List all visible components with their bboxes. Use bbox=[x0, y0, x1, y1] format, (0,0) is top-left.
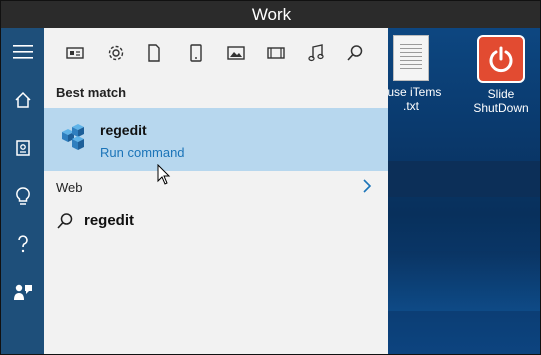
filter-search-button[interactable] bbox=[344, 42, 366, 64]
desktop-background-band bbox=[387, 251, 540, 311]
search-icon bbox=[57, 213, 73, 229]
filter-music-button[interactable] bbox=[305, 42, 327, 64]
tips-button[interactable] bbox=[1, 176, 44, 216]
notebook-button[interactable] bbox=[1, 128, 44, 168]
desktop-icon-slide-shutdown[interactable]: Slide ShutDown bbox=[463, 35, 539, 115]
home-button[interactable] bbox=[1, 80, 44, 120]
search-filter-bar bbox=[44, 36, 388, 70]
notebook-icon bbox=[15, 140, 30, 156]
lightbulb-icon bbox=[15, 187, 30, 205]
home-icon bbox=[14, 91, 31, 108]
help-icon bbox=[17, 235, 28, 253]
start-menu-rail bbox=[1, 28, 44, 354]
feedback-button[interactable] bbox=[1, 272, 44, 312]
screen: Work ouse iTems .txt Slide ShutDown Best… bbox=[0, 0, 541, 355]
desktop-icon-label: ShutDown bbox=[473, 101, 529, 115]
photo-icon bbox=[227, 46, 245, 60]
best-match-subtitle: Run command bbox=[100, 145, 185, 160]
web-heading: Web bbox=[56, 180, 83, 195]
hamburger-menu-button[interactable] bbox=[1, 32, 44, 72]
web-search-label: regedit bbox=[84, 212, 135, 229]
tablet-icon bbox=[190, 44, 202, 62]
filter-documents-button[interactable] bbox=[143, 42, 165, 64]
mouse-cursor-icon bbox=[157, 164, 171, 185]
video-icon bbox=[267, 47, 285, 59]
chevron-right-icon[interactable] bbox=[360, 178, 374, 194]
regedit-icon bbox=[62, 124, 84, 150]
filter-tablet-button[interactable] bbox=[185, 42, 207, 64]
text-file-icon bbox=[393, 35, 429, 81]
web-search-result[interactable]: regedit bbox=[44, 206, 388, 236]
feedback-icon bbox=[13, 284, 32, 300]
filter-apps-button[interactable] bbox=[64, 42, 86, 64]
settings-icon bbox=[108, 45, 124, 61]
filter-photos-button[interactable] bbox=[225, 42, 247, 64]
music-icon bbox=[308, 44, 324, 62]
hamburger-menu-icon bbox=[12, 45, 33, 59]
filter-settings-button[interactable] bbox=[105, 42, 127, 64]
filter-videos-button[interactable] bbox=[265, 42, 287, 64]
best-match-result[interactable]: regedit Run command bbox=[44, 108, 388, 171]
help-button[interactable] bbox=[1, 224, 44, 264]
best-match-heading: Best match bbox=[56, 85, 127, 100]
search-icon bbox=[347, 45, 363, 61]
window-title: Work bbox=[1, 1, 540, 28]
best-match-title: regedit bbox=[100, 122, 147, 138]
power-icon bbox=[477, 35, 525, 83]
search-results-panel: Best match regedit Run command Web reged… bbox=[44, 28, 388, 354]
apps-icon bbox=[66, 47, 84, 59]
desktop-icon-label: Slide bbox=[487, 87, 515, 101]
document-icon bbox=[148, 44, 160, 62]
desktop-background-band bbox=[387, 161, 540, 197]
